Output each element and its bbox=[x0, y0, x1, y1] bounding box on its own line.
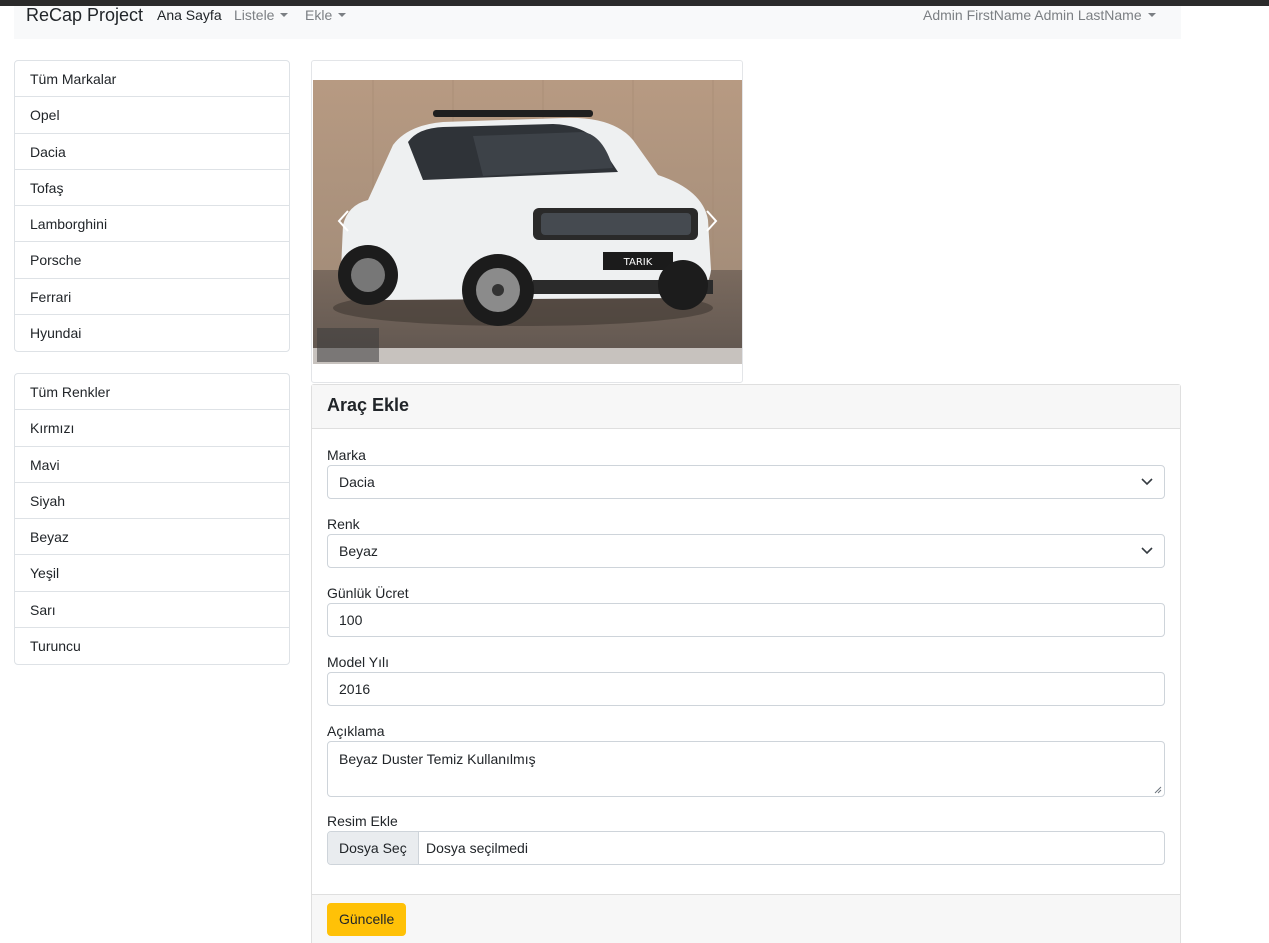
brand-list: Tüm Markalar Opel Dacia Tofaş Lamborghin… bbox=[14, 60, 290, 353]
brand-item[interactable]: Lamborghini bbox=[15, 206, 289, 243]
nav-item-add-label: Ekle bbox=[305, 7, 333, 23]
color-item[interactable]: Siyah bbox=[15, 483, 289, 520]
user-menu-label: Admin FirstName Admin LastName bbox=[923, 7, 1142, 23]
daily-price-value: 100 bbox=[339, 612, 363, 628]
description-value: Beyaz Duster Temiz Kullanılmış bbox=[339, 751, 536, 767]
description-textarea[interactable]: Beyaz Duster Temiz Kullanılmış bbox=[327, 741, 1165, 797]
card-title: Araç Ekle bbox=[312, 385, 1180, 429]
chevron-down-icon bbox=[1141, 478, 1153, 486]
add-car-card: Araç Ekle Marka Dacia Renk Beyaz Günlük … bbox=[311, 384, 1181, 943]
color-item[interactable]: Sarı bbox=[15, 592, 289, 629]
image-file-input[interactable]: Dosya Seç Dosya seçilmedi bbox=[327, 831, 1165, 865]
model-year-input[interactable]: 2016 bbox=[327, 672, 1165, 706]
color-item[interactable]: Turuncu bbox=[15, 628, 289, 664]
color-item[interactable]: Beyaz bbox=[15, 519, 289, 556]
navbar-brand[interactable]: ReCap Project bbox=[26, 6, 143, 24]
daily-price-input[interactable]: 100 bbox=[327, 603, 1165, 637]
chevron-down-icon bbox=[1141, 547, 1153, 555]
color-item[interactable]: Kırmızı bbox=[15, 410, 289, 447]
daily-price-label: Günlük Ücret bbox=[327, 585, 409, 601]
model-year-value: 2016 bbox=[339, 681, 371, 697]
chevron-left-icon[interactable] bbox=[334, 206, 354, 236]
nav-item-list-label: Listele bbox=[234, 7, 275, 23]
nav-item-add[interactable]: Ekle bbox=[305, 7, 347, 23]
image-label: Resim Ekle bbox=[327, 813, 398, 829]
color-item[interactable]: Tüm Renkler bbox=[15, 374, 289, 411]
nav-item-home[interactable]: Ana Sayfa bbox=[157, 8, 222, 23]
brand-select[interactable]: Dacia bbox=[327, 465, 1165, 499]
nav-item-list[interactable]: Listele bbox=[234, 7, 289, 23]
color-item[interactable]: Mavi bbox=[15, 447, 289, 483]
card-footer: Güncelle bbox=[312, 894, 1180, 943]
brand-label: Marka bbox=[327, 447, 366, 463]
car-image-carousel: TARIK bbox=[311, 60, 743, 383]
svg-text:TARIK: TARIK bbox=[623, 257, 653, 268]
color-list: Tüm Renkler Kırmızı Mavi Siyah Beyaz Yeş… bbox=[14, 373, 290, 666]
car-photo: TARIK bbox=[313, 80, 742, 364]
brand-item[interactable]: Dacia bbox=[15, 134, 289, 170]
brand-select-value: Dacia bbox=[339, 474, 375, 490]
caret-down-icon bbox=[1147, 13, 1156, 17]
navbar: ReCap Project Ana Sayfa Listele Ekle Adm… bbox=[14, 6, 1181, 39]
nav-item-home-label: Ana Sayfa bbox=[157, 7, 222, 23]
color-item[interactable]: Yeşil bbox=[15, 555, 289, 592]
choose-file-button[interactable]: Dosya Seç bbox=[328, 832, 419, 864]
brand-item[interactable]: Opel bbox=[15, 97, 289, 134]
caret-down-icon bbox=[280, 13, 289, 17]
brand-item[interactable]: Ferrari bbox=[15, 279, 289, 316]
color-label: Renk bbox=[327, 516, 360, 532]
file-status: Dosya seçilmedi bbox=[426, 840, 528, 856]
description-label: Açıklama bbox=[327, 723, 385, 739]
brand-item[interactable]: Tofaş bbox=[15, 170, 289, 207]
update-button[interactable]: Güncelle bbox=[327, 903, 407, 936]
caret-down-icon bbox=[338, 13, 347, 17]
resize-grip-icon[interactable] bbox=[1153, 785, 1162, 794]
brand-item[interactable]: Hyundai bbox=[15, 315, 289, 351]
user-menu[interactable]: Admin FirstName Admin LastName bbox=[923, 8, 1156, 23]
model-year-label: Model Yılı bbox=[327, 654, 389, 670]
brand-item[interactable]: Tüm Markalar bbox=[15, 61, 289, 98]
chevron-right-icon[interactable] bbox=[701, 206, 721, 236]
brand-item[interactable]: Porsche bbox=[15, 242, 289, 279]
color-select-value: Beyaz bbox=[339, 543, 378, 559]
color-select[interactable]: Beyaz bbox=[327, 534, 1165, 568]
